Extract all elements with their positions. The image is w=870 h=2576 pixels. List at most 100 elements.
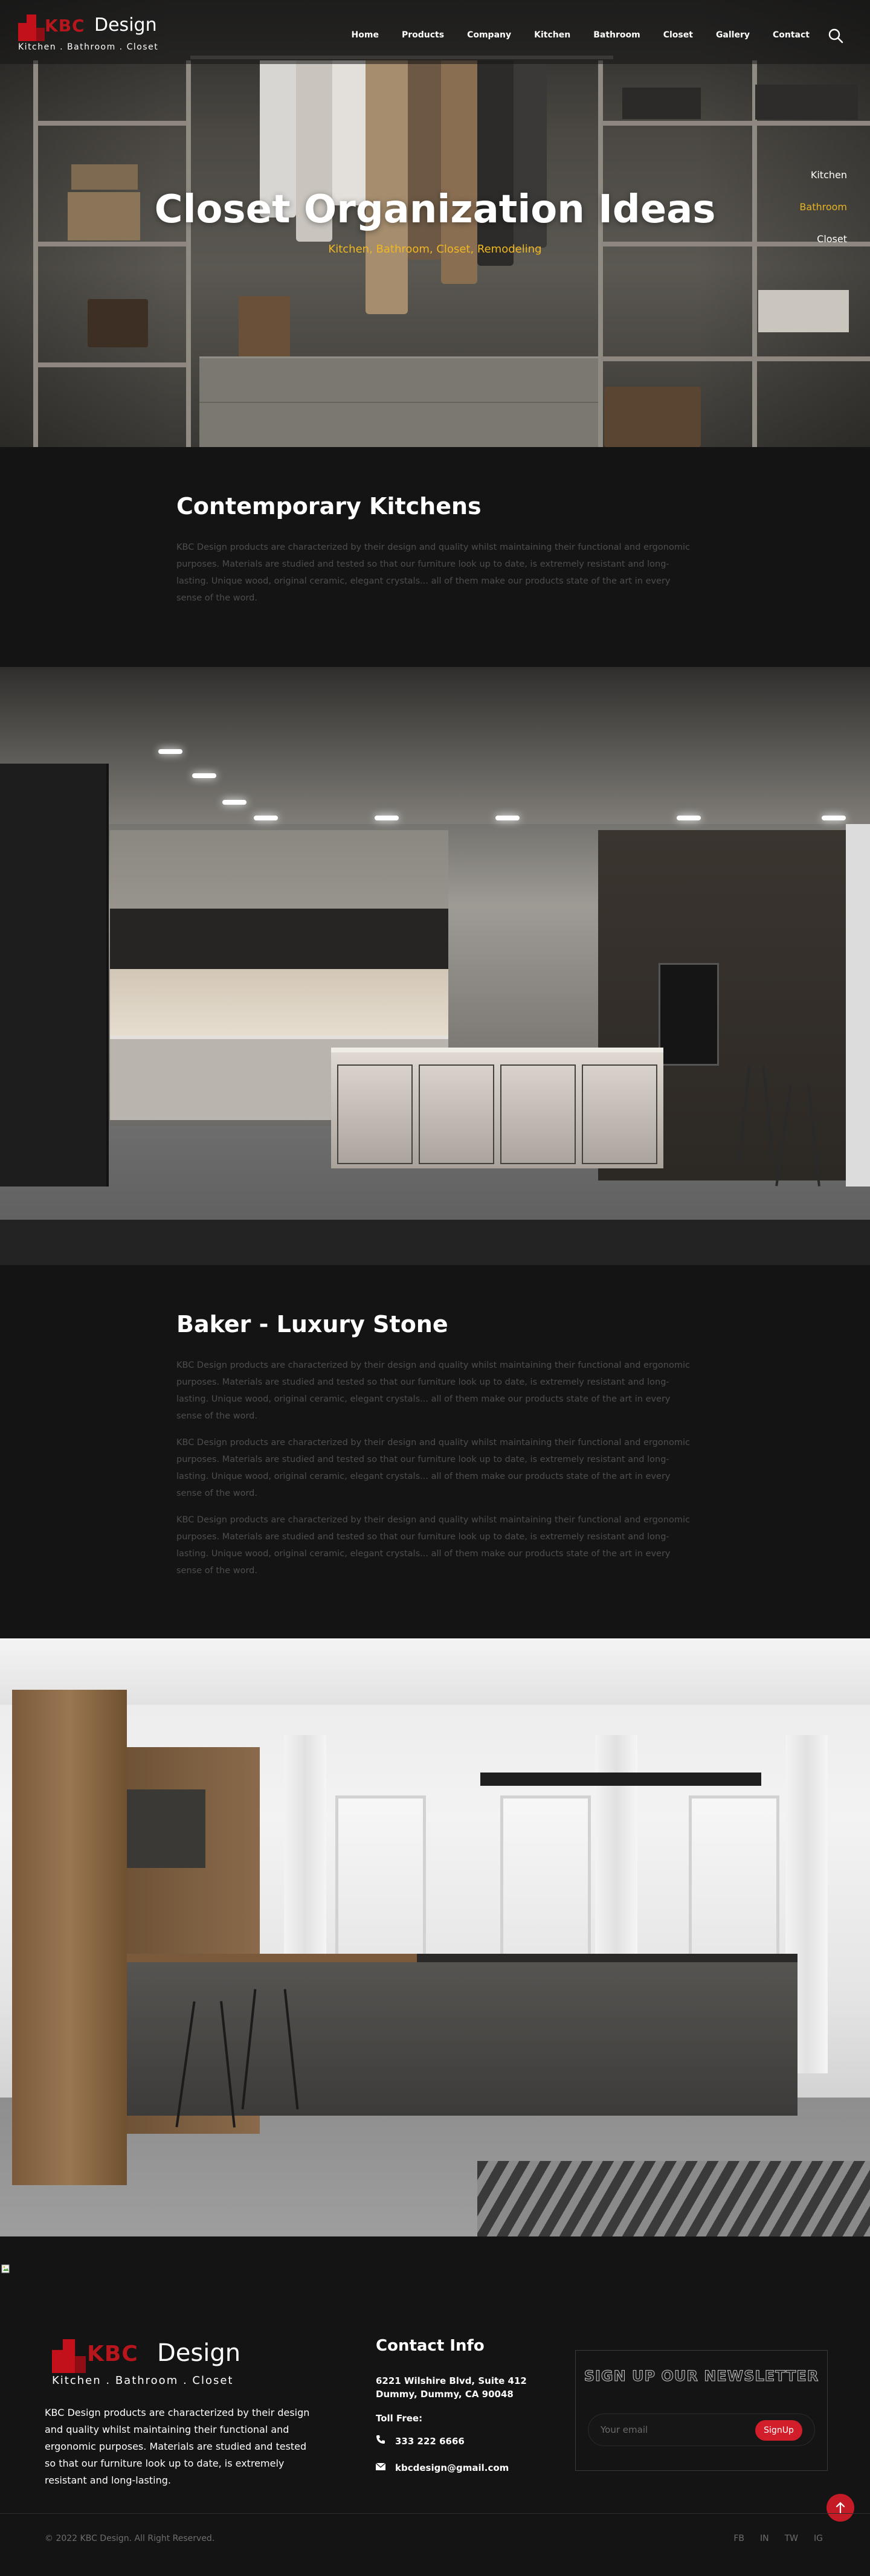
contemporary-kitchens-section: Contemporary Kitchens KBC Design product… [0,447,870,667]
contact-email[interactable]: kbcdesign@gmail.com [376,2462,509,2473]
nav-gallery[interactable]: Gallery [716,30,750,40]
logo-kbc-text: KBC [45,16,85,36]
ceiling-light [375,816,399,820]
hero-title: Closet Organization Ideas [154,187,716,232]
nav-home[interactable]: Home [352,30,379,40]
side-menu-kitchen[interactable]: Kitchen [799,169,847,181]
hero-section: KBC Design Kitchen . Bathroom . Closet H… [0,0,870,447]
island-door [419,1064,494,1164]
social-instagram[interactable]: IG [814,2534,823,2543]
ceiling-light [158,749,182,754]
toll-free-label: Toll Free: [376,2413,423,2424]
main-nav: Home Products Company Kitchen Bathroom C… [329,30,810,40]
contact-info-title: Contact Info [376,2337,485,2355]
section-heading: Baker - Luxury Stone [176,1311,448,1338]
header-bar: KBC Design Kitchen . Bathroom . Closet H… [0,0,870,64]
nav-company[interactable]: Company [467,30,511,40]
nav-closet[interactable]: Closet [663,30,693,40]
kitchen-image-contemporary [0,667,870,1265]
ceiling-light [254,816,278,820]
island-door [500,1064,576,1164]
nav-bathroom[interactable]: Bathroom [593,30,640,40]
search-icon[interactable] [828,28,843,43]
section-paragraph: KBC Design products are characterized by… [176,1360,690,1421]
logo-kbc-text: KBC [87,2342,138,2366]
folded-clothes [622,88,701,119]
range-hood [480,1773,761,1786]
backsplash [110,969,448,1035]
closet-shelf [36,362,187,367]
kitchen-island [127,1959,798,2116]
logo-mark-icon [52,2339,86,2373]
envelope-icon [376,2462,385,2470]
ceiling-light [192,773,216,778]
scroll-to-top-button[interactable] [826,2494,854,2522]
address-line-1: 6221 Wilshire Blvd, Suite 412 [376,2375,527,2386]
baker-luxury-stone-section: Baker - Luxury Stone KBC Design products… [0,1265,870,1638]
copyright-text: © 2022 KBC Design. All Right Reserved. [45,2534,215,2543]
phone-number: 333 222 6666 [395,2436,465,2447]
garment [477,60,514,266]
closet-shelf [601,121,870,126]
page: KBC Design Kitchen . Bathroom . Closet H… [0,0,870,2576]
nav-kitchen[interactable]: Kitchen [534,30,570,40]
striped-rug [477,2161,870,2236]
folded-clothes [755,85,858,120]
side-menu: Kitchen Bathroom Closet [799,169,847,265]
footer-logo[interactable]: KBC Design Kitchen . Bathroom . Closet [46,2336,263,2390]
island-door [337,1064,413,1164]
footer-about-text: KBC Design products are characterized by… [45,2407,310,2486]
island-door [582,1064,657,1164]
closet-shelf [36,121,187,126]
broken-image-icon [1,2264,10,2273]
social-links: FB IN TW IG [718,2534,823,2543]
logo-design-text: Design [94,14,157,36]
garment [332,60,366,205]
nav-products[interactable]: Products [402,30,444,40]
ceiling-light [495,816,520,820]
social-linkedin[interactable]: IN [760,2534,769,2543]
logo-tagline: Kitchen . Bathroom . Closet [18,42,159,52]
hero-subtitle: Kitchen, Bathroom, Closet, Remodeling [328,243,542,256]
social-facebook[interactable]: FB [733,2534,744,2543]
section-paragraph: KBC Design products are characterized by… [176,543,690,603]
ceiling-light [677,816,701,820]
newsletter-title: SIGN UP OUR NEWSLETTER [584,2368,819,2385]
glass-door [846,824,870,1187]
logo-mark-icon [18,14,45,41]
newsletter-box: SIGN UP OUR NEWSLETTER SignUp [575,2350,828,2471]
wood-countertop [127,1954,417,1962]
wood-cabinet [12,1690,127,2185]
contact-address: 6221 Wilshire Blvd, Suite 412 Dummy, Dum… [376,2374,527,2401]
storage-box [71,164,138,190]
footer-divider [0,2513,870,2514]
brand-logo[interactable]: KBC Design Kitchen . Bathroom . Closet [17,12,168,54]
image-ceiling [0,667,870,824]
upper-cabinets [110,909,448,969]
side-menu-bathroom[interactable]: Bathroom [799,201,847,213]
basket [604,387,701,447]
section-paragraph: KBC Design products are characterized by… [176,1438,690,1498]
kitchen-image-luxury [0,1638,870,2236]
folded-clothes [758,290,849,332]
email-address: kbcdesign@gmail.com [395,2462,509,2473]
glass-cabinet [0,764,109,1187]
ceiling-light [222,800,246,805]
wall-cabinet [127,1789,205,1868]
side-menu-closet[interactable]: Closet [799,233,847,245]
nav-contact[interactable]: Contact [773,30,810,40]
image-rug [0,1220,870,1265]
address-line-2: Dummy, Dummy, CA 90048 [376,2389,514,2400]
handbag [88,299,148,347]
arrow-up-icon [836,2502,845,2514]
closet-drawer [199,356,598,447]
newsletter-email-input[interactable] [601,2423,746,2437]
kitchen-island [331,1048,663,1168]
social-twitter[interactable]: TW [785,2534,798,2543]
logo-design-text: Design [157,2339,241,2367]
logo-tagline: Kitchen . Bathroom . Closet [52,2374,234,2387]
contact-phone[interactable]: 333 222 6666 [376,2435,465,2447]
signup-button[interactable]: SignUp [755,2420,802,2441]
newsletter-form: SignUp [588,2413,815,2446]
section-paragraph: KBC Design products are characterized by… [176,1515,690,1576]
